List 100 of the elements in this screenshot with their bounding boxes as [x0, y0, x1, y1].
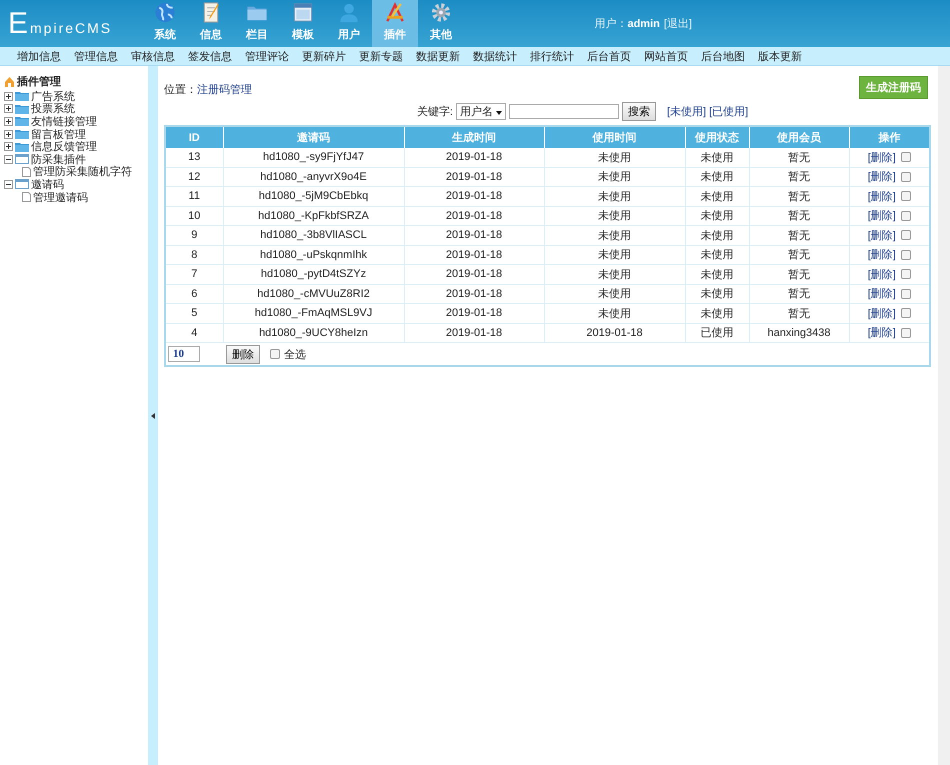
menu-link[interactable]: 数据更新: [416, 48, 460, 64]
tree-item[interactable]: 防采集插件: [31, 152, 86, 167]
delete-link[interactable]: [删除]: [868, 286, 896, 302]
table-cell: 2019-01-18: [404, 167, 544, 186]
table-cell: 未使用: [685, 148, 749, 167]
table-cell: 未使用: [544, 226, 685, 245]
menu-link[interactable]: 网站首页: [644, 48, 688, 64]
row-checkbox[interactable]: [900, 191, 911, 202]
window-icon: [15, 154, 29, 164]
tree-item[interactable]: 管理防采集随机字符: [33, 164, 132, 180]
table-cell: hd1080_-uPskqnmIhk: [223, 245, 404, 264]
breadcrumb-link[interactable]: 注册码管理: [197, 82, 252, 97]
filter-link[interactable]: [未使用]: [666, 104, 706, 119]
delete-button[interactable]: 删除: [226, 344, 260, 364]
search-field[interactable]: [508, 104, 619, 119]
table-cell: hd1080_-pytD4tSZYz: [223, 264, 404, 284]
menu-link[interactable]: 管理评论: [245, 48, 289, 64]
select-all-label[interactable]: 全选: [284, 346, 306, 362]
keyword-label: 关键字:: [416, 104, 453, 119]
table-cell: 暂无: [749, 206, 849, 226]
menu-link[interactable]: 审核信息: [131, 48, 175, 64]
search-button[interactable]: 搜索: [622, 102, 656, 121]
table-cell: 未使用: [685, 304, 749, 323]
field-select[interactable]: 用户名: [456, 103, 506, 120]
delete-link[interactable]: [删除]: [868, 266, 896, 282]
table-cell: 未使用: [544, 186, 685, 206]
delete-link[interactable]: [删除]: [868, 247, 896, 262]
menu-link[interactable]: 签发信息: [188, 48, 232, 64]
menu-link[interactable]: 更新碎片: [302, 48, 346, 64]
row-checkbox[interactable]: [900, 250, 911, 260]
tree-item[interactable]: 友情链接管理: [31, 114, 97, 129]
table-cell: 暂无: [749, 245, 849, 264]
delete-link[interactable]: [删除]: [868, 325, 896, 340]
row-checkbox[interactable]: [900, 152, 911, 162]
tree-item[interactable]: 邀请码: [31, 176, 64, 192]
table-cell: 未使用: [685, 226, 749, 245]
delete-link[interactable]: [删除]: [868, 208, 896, 224]
globe-icon: [153, 1, 177, 24]
folder-icon: [15, 116, 29, 126]
logo: EmpireCMS: [8, 6, 112, 40]
menu-link[interactable]: 版本更新: [758, 48, 802, 64]
column-header: 使用状态: [685, 126, 749, 148]
table-cell: 暂无: [749, 264, 849, 284]
table-cell: 2019-01-18: [404, 245, 544, 264]
row-checkbox[interactable]: [900, 230, 911, 240]
filter-link[interactable]: [已使用]: [709, 104, 748, 119]
folder-icon: [15, 129, 29, 140]
table-cell: 未使用: [685, 264, 749, 284]
folder-icon: [15, 91, 29, 102]
row-checkbox[interactable]: [900, 288, 911, 299]
row-checkbox[interactable]: [900, 172, 911, 182]
minus-box-icon[interactable]: [4, 180, 13, 189]
tree-item[interactable]: 管理邀请码: [33, 190, 88, 205]
row-checkbox[interactable]: [900, 269, 911, 280]
menu-link[interactable]: 管理信息: [74, 48, 118, 64]
delete-link[interactable]: [删除]: [868, 228, 896, 243]
table-cell: 未使用: [544, 206, 685, 226]
row-checkbox[interactable]: [900, 308, 911, 318]
menu-link[interactable]: 排行统计: [530, 48, 574, 64]
tree-item[interactable]: 留言板管理: [31, 126, 86, 142]
table-cell: 暂无: [749, 167, 849, 186]
plus-box-icon[interactable]: [4, 104, 13, 114]
table-cell: 已使用: [685, 323, 749, 342]
folder-icon: [15, 142, 29, 152]
plus-box-icon[interactable]: [4, 130, 13, 139]
menu-link[interactable]: 数据统计: [473, 48, 517, 64]
column-header: 邀请码: [223, 126, 404, 148]
plus-box-icon[interactable]: [4, 142, 13, 152]
table-cell: hd1080_-anyvrX9o4E: [223, 167, 404, 186]
tree-item[interactable]: 广告系统: [31, 88, 75, 104]
row-checkbox[interactable]: [900, 210, 911, 221]
select-all-checkbox[interactable]: [270, 349, 280, 359]
collapse-arrow-icon[interactable]: [151, 412, 155, 418]
tree-item[interactable]: 信息反馈管理: [31, 139, 97, 154]
delete-link[interactable]: [删除]: [868, 306, 896, 321]
table-cell: 10: [165, 206, 223, 226]
scrollbar[interactable]: [938, 66, 950, 765]
delete-link[interactable]: [删除]: [868, 188, 896, 204]
table-cell: hd1080_-9UCY8heIzn: [223, 323, 404, 342]
table-cell: hd1080_-5jM9CbEbkq: [223, 186, 404, 206]
page-size-field[interactable]: 10: [168, 346, 200, 362]
row-checkbox[interactable]: [900, 328, 911, 338]
table-cell: 2019-01-18: [404, 148, 544, 167]
menu-link[interactable]: 增加信息: [17, 48, 61, 64]
delete-link[interactable]: [删除]: [868, 169, 896, 184]
menu-link[interactable]: 后台地图: [701, 48, 745, 64]
tree-root[interactable]: 插件管理: [17, 74, 61, 89]
plus-box-icon[interactable]: [4, 116, 13, 126]
table-cell: 暂无: [749, 284, 849, 304]
table-cell: 暂无: [749, 148, 849, 167]
minus-box-icon[interactable]: [4, 154, 13, 164]
page-icon: [22, 192, 31, 202]
table-cell: 6: [165, 284, 223, 304]
menu-link[interactable]: 后台首页: [587, 48, 631, 64]
column-header: ID: [165, 126, 223, 148]
plus-box-icon[interactable]: [4, 92, 13, 101]
menu-link[interactable]: 更新专题: [359, 48, 403, 64]
delete-link[interactable]: [删除]: [868, 150, 896, 165]
tree-item[interactable]: 投票系统: [31, 101, 75, 116]
table-cell: 未使用: [685, 206, 749, 226]
